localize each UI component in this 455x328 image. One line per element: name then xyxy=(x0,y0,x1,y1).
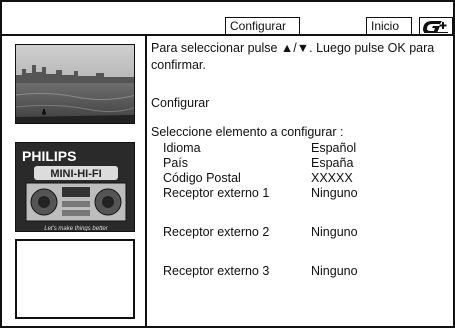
select-prompt: Seleccione elemento a configurar : xyxy=(151,125,344,139)
gplus-logo xyxy=(419,17,453,34)
city-photo-thumbnail[interactable] xyxy=(15,44,135,124)
empty-thumbnail[interactable] xyxy=(15,239,135,319)
mini-hifi-text: MINI-HI-FI xyxy=(50,168,101,180)
instructions-block: Para seleccionar pulse ▲/▼. Luego pulse … xyxy=(151,40,451,74)
setting-label: Receptor externo 2 xyxy=(163,225,270,239)
setting-label: Código Postal xyxy=(163,171,241,185)
setting-label: Receptor externo 3 xyxy=(163,264,270,278)
setting-value: España xyxy=(311,156,354,170)
tab-inicio[interactable]: Inicio xyxy=(366,17,412,34)
setting-value: Ninguno xyxy=(311,225,358,239)
setting-value: Español xyxy=(311,141,357,155)
tagline-text: Let's make things better xyxy=(44,226,109,232)
setting-label: Idioma xyxy=(163,141,201,155)
setting-value: Ninguno xyxy=(311,264,358,278)
tab-configurar-label: Configurar xyxy=(230,19,287,33)
section-title: Configurar xyxy=(151,96,210,110)
tab-configurar[interactable]: Configurar xyxy=(225,17,300,34)
tab-inicio-label: Inicio xyxy=(371,19,400,33)
city-photo-image xyxy=(16,45,134,123)
philips-mini-hifi-image: PHILIPS MINI-HI-FI Let's make things bet… xyxy=(16,143,134,232)
instructions-text: Para seleccionar pulse ▲/▼. Luego pulse … xyxy=(151,41,435,72)
setting-value: XXXXX xyxy=(311,171,353,185)
vertical-divider xyxy=(145,36,147,326)
setting-label: Receptor externo 1 xyxy=(163,186,270,200)
top-bar: Configurar Inicio xyxy=(2,2,453,34)
setting-label: País xyxy=(163,156,189,170)
philips-brand-text: PHILIPS xyxy=(22,148,76,164)
gplus-logo-icon xyxy=(423,21,448,33)
philips-mini-hifi-thumbnail[interactable]: PHILIPS MINI-HI-FI Let's make things bet… xyxy=(15,142,135,232)
setting-value: Ninguno xyxy=(311,186,358,200)
